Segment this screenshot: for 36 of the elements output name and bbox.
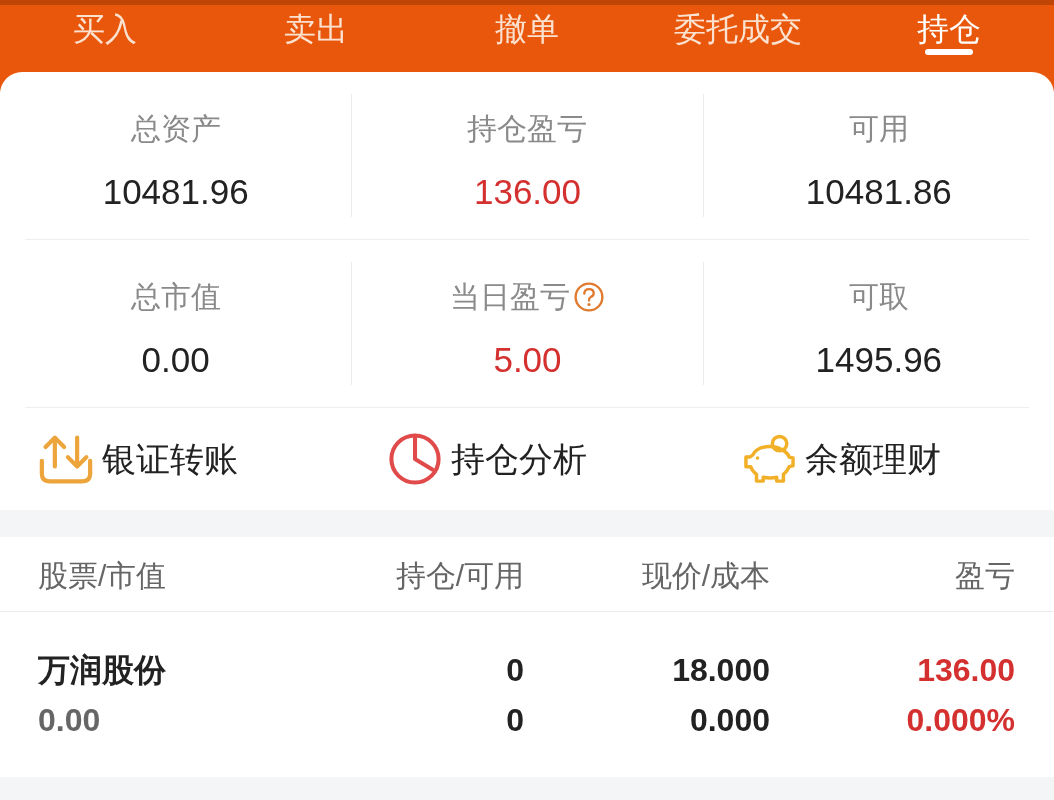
- current-price: 18.000: [672, 650, 770, 690]
- pie-chart-icon: [389, 433, 442, 485]
- available-quantity: 0: [506, 700, 524, 740]
- stat-value: 0.00: [141, 340, 210, 380]
- stat-value: 10481.96: [102, 172, 249, 212]
- stat-value: 1495.96: [815, 340, 943, 380]
- stat-label: 可取: [848, 279, 909, 315]
- stock-name: 万润股份: [38, 650, 166, 690]
- stat-label: 总市值: [130, 279, 221, 315]
- stat-value: 136.00: [473, 172, 581, 212]
- column-header: 现价/成本: [641, 558, 770, 594]
- tab[interactable]: 撤单: [495, 5, 559, 59]
- stat-value: 5.00: [493, 340, 562, 380]
- column-header: 股票/市值: [38, 558, 167, 594]
- tab[interactable]: 委托成交: [673, 5, 802, 59]
- profit-ratio: 0.000%: [906, 700, 1015, 740]
- action-button[interactable]: 余额理财: [740, 434, 941, 484]
- market-value: 0.00: [38, 700, 101, 740]
- tab[interactable]: 卖出: [284, 5, 349, 59]
- cost-price: 0.000: [689, 700, 770, 740]
- stat-value: 10481.86: [805, 172, 952, 212]
- position-quantity: 0: [506, 650, 524, 690]
- stat-label: 总资产: [130, 111, 221, 147]
- stat-label: 持仓盈亏: [467, 111, 588, 147]
- tab[interactable]: 持仓: [916, 5, 981, 59]
- column-header: 盈亏: [955, 558, 1015, 594]
- stat-label: 可用: [848, 111, 909, 147]
- holding-row[interactable]: 万润股份 0.00 0 0 18.000 0.000 136.00 0.000%: [0, 612, 1054, 777]
- action-button[interactable]: 银证转账: [38, 433, 238, 485]
- column-header: 持仓/可用: [395, 558, 524, 594]
- help-icon[interactable]: [574, 282, 605, 312]
- tab[interactable]: 买入: [73, 5, 138, 59]
- action-button[interactable]: 持仓分析: [389, 433, 588, 485]
- profit-loss: 136.00: [917, 650, 1015, 690]
- stat-label: 当日盈亏: [450, 279, 571, 315]
- arrows-tray-icon: [38, 433, 94, 485]
